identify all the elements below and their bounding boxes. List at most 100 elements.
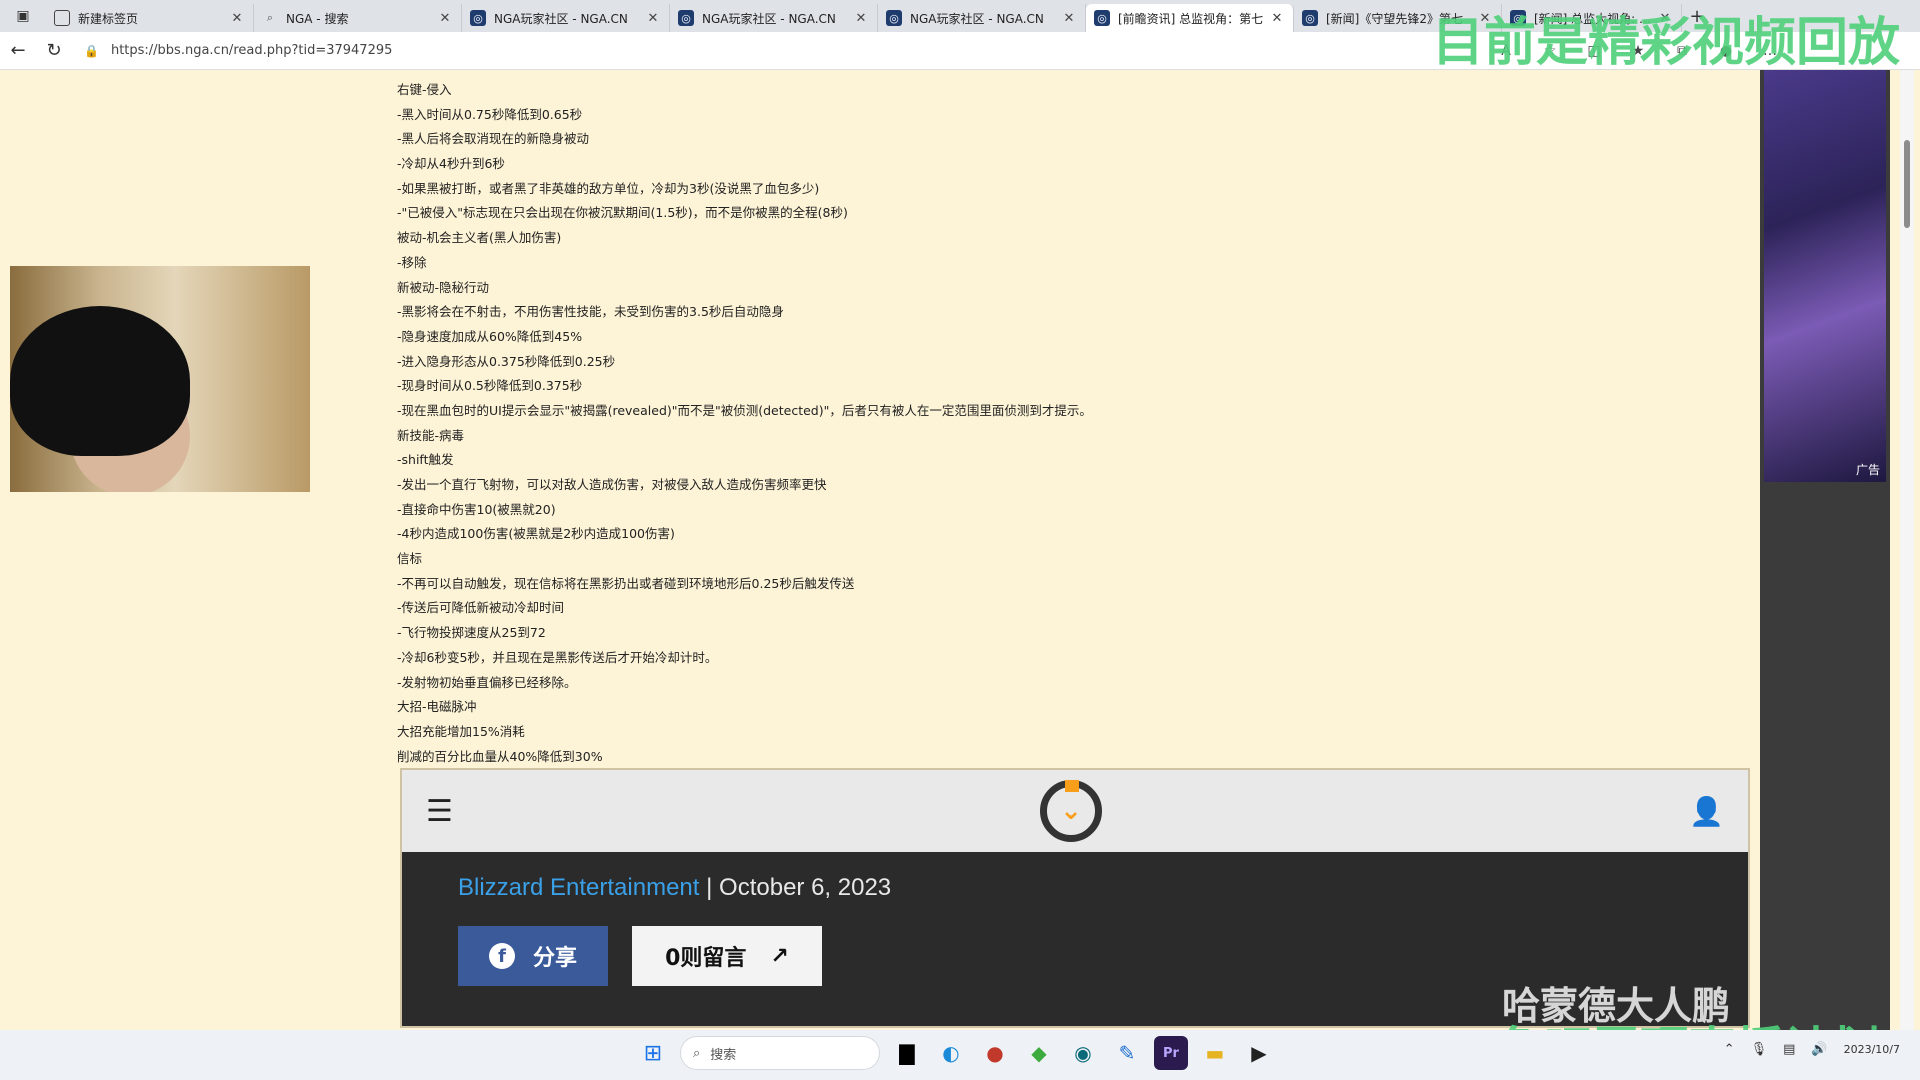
edge-browser-icon[interactable]: ◐ <box>934 1036 968 1070</box>
post-line: -飞行物投掷速度从25到72 <box>397 625 546 641</box>
post-line: -冷却从4秒升到6秒 <box>397 156 505 172</box>
publish-date: October 6, 2023 <box>719 874 892 901</box>
post-line: -进入隐身形态从0.375秒降低到0.25秒 <box>397 353 616 369</box>
back-icon[interactable]: ← <box>0 32 36 70</box>
post-line: -移除 <box>397 254 427 270</box>
post-line: -直接命中伤害10(被黑就20) <box>397 501 556 517</box>
tab-title: NGA玩家社区 - NGA.CN <box>494 11 628 26</box>
nga-icon: ◎ <box>1302 10 1318 26</box>
volume-icon[interactable]: 🔊 <box>1811 1042 1827 1057</box>
system-tray: ⌃ 🎙 ▤ 🔊 2023/10/7 <box>1724 1042 1900 1057</box>
microphone-icon[interactable]: 🎙 <box>1751 1042 1768 1057</box>
post-line: 大招-电磁脉冲 <box>397 699 477 715</box>
webcam-feed <box>10 266 310 492</box>
post-line: -4秒内造成100伤害(被黑就是2秒内造成100伤害) <box>397 526 675 542</box>
post-line: 新技能-病毒 <box>397 427 465 443</box>
scroll-thumb[interactable] <box>1904 140 1910 228</box>
url-text: https://bbs.nga.cn/read.php?tid=37947295 <box>110 43 393 58</box>
post-line: 新被动-隐秘行动 <box>397 279 490 295</box>
chevron-up-icon[interactable]: ⌃ <box>1724 1042 1735 1057</box>
refresh-icon[interactable]: ↻ <box>36 32 72 70</box>
scrollbar[interactable] <box>1900 70 1914 1030</box>
task-view-icon[interactable]: ▇ <box>890 1036 924 1070</box>
network-icon[interactable]: ▤ <box>1783 1042 1795 1057</box>
windows-start-icon[interactable]: ⊞ <box>636 1036 670 1070</box>
menu-icon[interactable]: ☰ <box>426 794 453 829</box>
search-icon: ⌕ <box>693 1045 701 1061</box>
page-icon <box>54 10 70 26</box>
tab-actions-icon[interactable]: ▣ <box>0 0 46 32</box>
nga-icon: ◎ <box>678 10 694 26</box>
tab-0[interactable]: 新建标签页 ✕ <box>46 4 254 32</box>
user-icon[interactable]: 👤 <box>1689 795 1724 828</box>
tab-4[interactable]: ◎ NGA玩家社区 - NGA.CN ✕ <box>878 4 1086 32</box>
post-line: 右键-侵入 <box>397 82 452 97</box>
ad-label: 广告 <box>1855 463 1880 477</box>
post-line: -现身时间从0.5秒降低到0.375秒 <box>397 378 583 394</box>
ad-banner[interactable]: 广告 <box>1764 70 1886 482</box>
post-line: -发出一个直行飞射物，可以对敌人造成伤害，对被侵入敌人造成伤害频率更快 <box>397 477 827 492</box>
tab-title: NGA玩家社区 - NGA.CN <box>910 11 1044 26</box>
nga-icon: ◎ <box>1094 10 1110 26</box>
close-icon[interactable]: ✕ <box>1269 11 1285 26</box>
external-arrow-icon: ↗ <box>770 943 789 969</box>
webcam-hair <box>10 306 190 456</box>
tab-5-active[interactable]: ◎ [前瞻资讯] 总监视角：第七 ✕ <box>1086 4 1294 32</box>
post-line: 被动-机会主义者(黑人加伤害) <box>397 230 562 246</box>
embed-header: ☰ ⌄ 👤 <box>402 770 1748 852</box>
tab-2[interactable]: ◎ NGA玩家社区 - NGA.CN ✕ <box>462 4 670 32</box>
close-icon[interactable]: ✕ <box>1061 11 1077 26</box>
premiere-icon[interactable]: Pr <box>1154 1036 1188 1070</box>
post-line: -黑影将会在不射击，不用伤害性技能，未受到伤害的3.5秒后自动隐身 <box>397 304 784 320</box>
post-line: -发射物初始垂直偏移已经移除。 <box>397 674 577 690</box>
lock-icon: 🔒 <box>84 43 99 58</box>
share-label: 分享 <box>532 946 577 971</box>
media-player-icon[interactable]: ▶ <box>1242 1036 1276 1070</box>
app-icon-teal[interactable]: ◉ <box>1066 1036 1100 1070</box>
comment-label: 0则留言 <box>665 946 747 971</box>
post-line: -冷却6秒变5秒，并且现在是黑影传送后才开始冷却计时。 <box>397 649 718 665</box>
taskbar-search-placeholder: 搜索 <box>710 1047 737 1063</box>
overwatch-logo-icon: ⌄ <box>1040 780 1103 842</box>
comment-button[interactable]: 0则留言 ↗ <box>632 926 822 986</box>
post-line: 大招充能增加15%消耗 <box>397 723 525 739</box>
tray-date[interactable]: 2023/10/7 <box>1844 1043 1900 1057</box>
overlay-replay-text: 目前是精彩视频回放 <box>1431 13 1900 73</box>
taskbar-apps: ⊞ ⌕ 搜索 ▇ ◐ ● ◆ ◉ ✎ Pr ▬ ▶ <box>636 1036 1276 1070</box>
share-button[interactable]: f 分享 <box>458 926 608 986</box>
app-icon-blue[interactable]: ✎ <box>1110 1036 1144 1070</box>
nga-icon: ◎ <box>886 10 902 26</box>
url-field[interactable]: 🔒 https://bbs.nga.cn/read.php?tid=379472… <box>84 37 1484 65</box>
close-icon[interactable]: ✕ <box>853 11 869 26</box>
file-explorer-icon[interactable]: ▬ <box>1198 1036 1232 1070</box>
post-line: -如果黑被打断，或者黑了非英雄的敌方单位，冷却为3秒(没说黑了血包多少) <box>397 180 820 196</box>
post-line: -现在黑血包时的UI提示会显示"被揭露(revealed)"而不是"被侦测(de… <box>397 402 1092 418</box>
post-line: -传送后可降低新被动冷却时间 <box>397 600 565 616</box>
byline: Blizzard Entertainment | October 6, 2023 <box>458 874 1692 902</box>
right-sidebar: 广告 <box>1760 70 1890 1030</box>
tab-1[interactable]: ⌕ NGA - 搜索 ✕ <box>254 4 462 32</box>
post-line: 削减的百分比血量从40%降低到30% <box>397 748 603 764</box>
search-icon: ⌕ <box>266 11 274 24</box>
close-icon[interactable]: ✕ <box>437 11 453 26</box>
nga-icon: ◎ <box>470 10 486 26</box>
tab-title: NGA玩家社区 - NGA.CN <box>702 11 836 26</box>
post-line: -黑人后将会取消现在的新隐身被动 <box>397 131 590 147</box>
post-line: -"已被侵入"标志现在只会出现在你被沉默期间(1.5秒)，而不是你被黑的全程(8… <box>397 205 848 221</box>
post-line: -隐身速度加成从60%降低到45% <box>397 328 583 344</box>
tab-title: 新建标签页 <box>78 11 139 26</box>
app-icon-green[interactable]: ◆ <box>1022 1036 1056 1070</box>
tab-3[interactable]: ◎ NGA玩家社区 - NGA.CN ✕ <box>670 4 878 32</box>
post-line: -shift触发 <box>397 452 454 468</box>
post-body: 右键-侵入 -黑入时间从0.75秒降低到0.65秒 -黑人后将会取消现在的新隐身被动… <box>397 78 1747 769</box>
facebook-icon: f <box>488 943 515 969</box>
post-line: 信标 <box>397 551 423 567</box>
brand-link[interactable]: Blizzard Entertainment <box>458 874 699 901</box>
close-icon[interactable]: ✕ <box>229 11 245 26</box>
app-icon-red[interactable]: ● <box>978 1036 1012 1070</box>
close-icon[interactable]: ✕ <box>645 11 661 26</box>
tab-title: [前瞻资讯] 总监视角：第七 <box>1118 11 1264 26</box>
taskbar: ⊞ ⌕ 搜索 ▇ ◐ ● ◆ ◉ ✎ Pr ▬ ▶ ⌃ 🎙 ▤ 🔊 2023/1… <box>0 1030 1920 1080</box>
taskbar-search[interactable]: ⌕ 搜索 <box>680 1036 880 1070</box>
byline-separator: | <box>699 874 720 901</box>
